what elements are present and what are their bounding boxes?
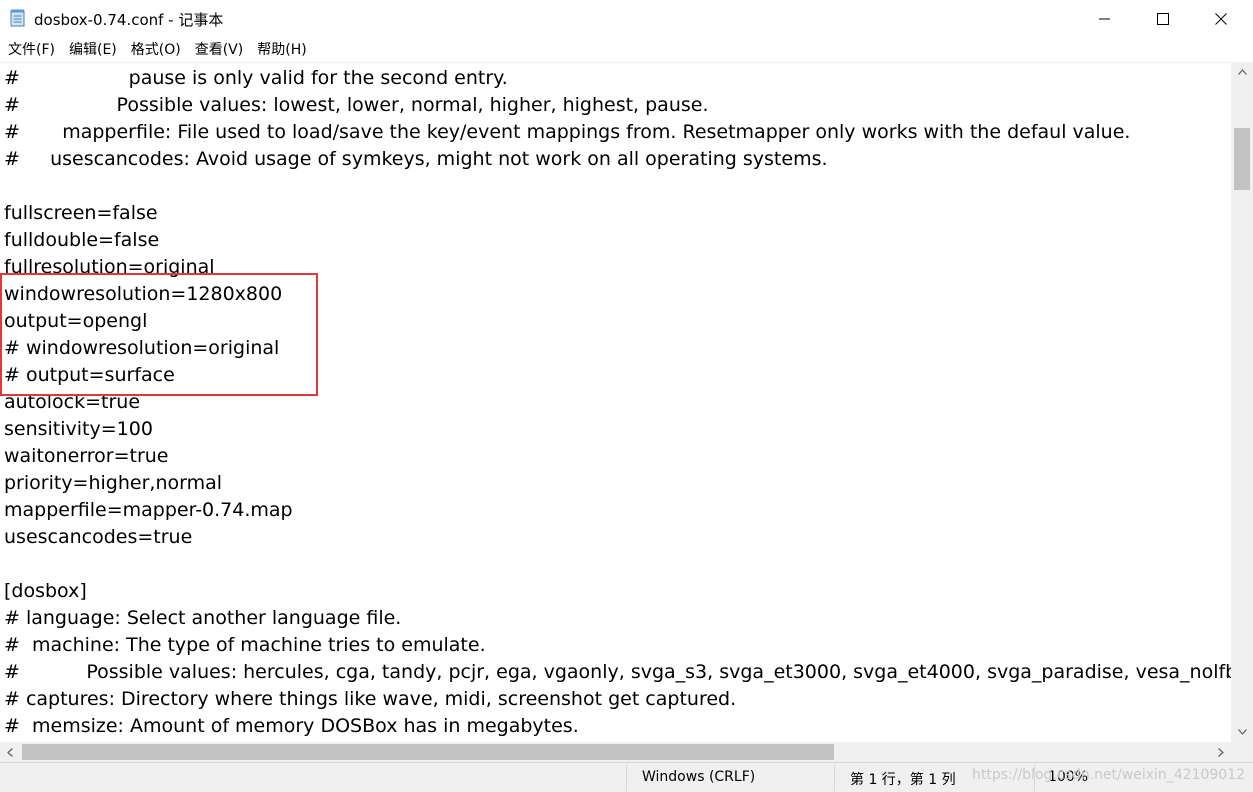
horizontal-scroll-thumb[interactable]: [22, 744, 834, 760]
maximize-icon: [1157, 13, 1169, 25]
text-line: [4, 551, 1231, 578]
text-line: # windowresolution=original: [4, 337, 280, 359]
text-line: waitonerror=true: [4, 445, 169, 467]
vertical-scroll-thumb[interactable]: [1234, 128, 1250, 190]
menu-view[interactable]: 查看(V): [187, 38, 250, 62]
text-line: fulldouble=false: [4, 229, 160, 251]
menu-file[interactable]: 文件(F): [0, 38, 61, 62]
text-line: sensitivity=100: [4, 418, 153, 440]
horizontal-scrollbar[interactable]: [0, 742, 1231, 762]
maximize-button[interactable]: [1134, 0, 1192, 38]
text-line: # pause is only valid for the second ent…: [4, 67, 508, 89]
text-line: fullresolution=original: [4, 256, 215, 278]
scroll-left-button[interactable]: [0, 742, 20, 762]
text-line: # Possible values: hercules, cga, tandy,…: [4, 661, 1231, 683]
text-line: windowresolution=1280x800: [4, 283, 283, 305]
text-line: # memsize: Amount of memory DOSBox has i…: [4, 715, 579, 737]
text-line: fullscreen=false: [4, 202, 158, 224]
text-line: # usescancodes: Avoid usage of symkeys, …: [4, 148, 828, 170]
editor-lines: # pause is only valid for the second ent…: [4, 65, 1231, 740]
title-bar: dosbox-0.74.conf - 记事本: [0, 0, 1253, 38]
close-icon: [1215, 13, 1227, 25]
text-line: autolock=true: [4, 391, 141, 413]
text-line: mapperfile=mapper-0.74.map: [4, 499, 293, 521]
text-line: [4, 173, 1231, 200]
text-line: usescancodes=true: [4, 526, 193, 548]
text-line: # machine: The type of machine tries to …: [4, 634, 486, 656]
status-bar: Windows (CRLF) 第 1 行，第 1 列 100% https://…: [0, 762, 1253, 792]
text-line: # captures: Directory where things like …: [4, 688, 737, 710]
text-line: # mapperfile: File used to load/save the…: [4, 121, 1131, 143]
notepad-app-icon: [10, 9, 26, 27]
text-line: priority=higher,normal: [4, 472, 223, 494]
scroll-down-button[interactable]: [1231, 722, 1253, 742]
menu-format[interactable]: 格式(O): [123, 38, 187, 62]
scrollbar-corner: [1231, 742, 1253, 762]
text-editor[interactable]: # pause is only valid for the second ent…: [0, 62, 1231, 743]
menu-edit[interactable]: 编辑(E): [61, 38, 123, 62]
status-cursor-position: 第 1 行，第 1 列: [850, 772, 956, 788]
window-title: dosbox-0.74.conf - 记事本: [34, 11, 224, 29]
watermark-text: https://blog.csdn.net/weixin_42109012: [972, 767, 1246, 783]
minimize-button[interactable]: [1076, 0, 1134, 38]
text-line: [dosbox]: [4, 580, 87, 602]
text-line: # language: Select another language file…: [4, 607, 402, 629]
status-separator: [626, 765, 627, 791]
minimize-icon: [1099, 18, 1110, 20]
status-separator: [834, 765, 835, 791]
status-encoding: Windows (CRLF): [642, 769, 756, 785]
text-line: # output=surface: [4, 364, 175, 386]
chevron-right-icon: [1218, 747, 1224, 757]
text-line: output=opengl: [4, 310, 148, 332]
scroll-right-button[interactable]: [1211, 742, 1231, 762]
chevron-left-icon: [7, 747, 13, 757]
menu-help[interactable]: 帮助(H): [249, 38, 312, 62]
text-line: # Possible values: lowest, lower, normal…: [4, 94, 709, 116]
scroll-up-button[interactable]: [1231, 62, 1253, 82]
menu-bar: 文件(F) 编辑(E) 格式(O) 查看(V) 帮助(H): [0, 38, 1253, 62]
close-button[interactable]: [1192, 0, 1250, 38]
chevron-down-icon: [1237, 729, 1247, 735]
chevron-up-icon: [1237, 69, 1247, 75]
vertical-scrollbar[interactable]: [1231, 62, 1253, 742]
